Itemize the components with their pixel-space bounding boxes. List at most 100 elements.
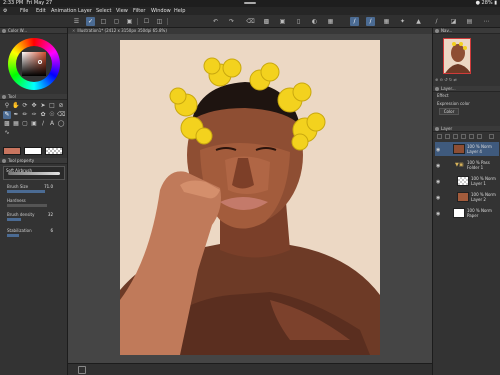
- saturation-value-square[interactable]: [22, 52, 46, 76]
- hamburger-menu-icon[interactable]: ☰: [72, 17, 81, 26]
- canvas-area: ✕ Illustration1* (2412 x 3150px 350dpi 65…: [68, 28, 432, 363]
- brush-size-row[interactable]: Brush Size 71.0: [3, 184, 65, 196]
- new-folder-icon[interactable]: [445, 134, 450, 139]
- main-color-swatch[interactable]: [3, 147, 21, 155]
- pencil-icon[interactable]: ✏: [21, 111, 29, 119]
- layer-row[interactable]: ◉ 100 % Norm Layer 4: [435, 142, 499, 156]
- multitask-handle[interactable]: [244, 2, 256, 4]
- selection-icon[interactable]: ▦: [326, 17, 335, 26]
- perspective-icon[interactable]: ▲: [414, 17, 423, 26]
- eyedropper-icon[interactable]: ⊘: [57, 102, 65, 110]
- pen-icon[interactable]: ✒: [12, 111, 20, 119]
- color-picker-marker[interactable]: [38, 60, 42, 64]
- navigator-controls[interactable]: ⊕ ⊖ ↺ ↻ ⇄: [435, 77, 499, 83]
- layer-property-panel: Effect Expression color Color: [433, 92, 500, 126]
- expression-color-select[interactable]: Color: [439, 108, 459, 115]
- redo-icon[interactable]: ↷: [227, 17, 236, 26]
- eye-icon[interactable]: ◉: [436, 195, 440, 201]
- menu-help[interactable]: Help: [174, 7, 185, 15]
- eye-icon[interactable]: ◉: [436, 179, 440, 185]
- delete-layer-icon[interactable]: [489, 134, 494, 139]
- page-icon[interactable]: [78, 366, 86, 374]
- menu-bar: ⚙ File Edit Animation Layer Select View …: [0, 7, 500, 15]
- hardness-slider[interactable]: [7, 204, 47, 207]
- menu-gear-icon[interactable]: ⚙: [3, 7, 7, 15]
- eraser-icon[interactable]: ⌫: [246, 17, 255, 26]
- fill-tool-icon[interactable]: ▩: [3, 120, 11, 128]
- menu-window[interactable]: Window: [151, 7, 171, 15]
- deselect-icon[interactable]: ▣: [278, 17, 287, 26]
- decoration-icon[interactable]: ✿: [39, 111, 47, 119]
- zoom-icon[interactable]: ⚲: [3, 102, 11, 110]
- symmetry-icon[interactable]: ✦: [398, 17, 407, 26]
- more-icon[interactable]: ⋯: [482, 17, 491, 26]
- fill-icon[interactable]: ▩: [262, 17, 271, 26]
- airbrush-icon[interactable]: ✎: [3, 111, 11, 119]
- transparent-swatch[interactable]: [45, 147, 63, 155]
- menu-edit[interactable]: Edit: [36, 7, 46, 15]
- menu-view[interactable]: View: [116, 7, 128, 15]
- open-icon[interactable]: ▢: [112, 17, 121, 26]
- slash-icon[interactable]: ∕: [432, 17, 441, 26]
- ruler-icon[interactable]: ∕: [39, 120, 47, 128]
- eye-icon[interactable]: ◉: [436, 147, 440, 153]
- clip-icon[interactable]: [469, 134, 474, 139]
- menu-animation[interactable]: Animation: [51, 7, 77, 15]
- eye-icon[interactable]: ◉: [436, 211, 440, 217]
- select-icon[interactable]: □: [48, 102, 56, 110]
- quick-access-icon[interactable]: ✓: [86, 17, 95, 26]
- rotate-icon[interactable]: ⟳: [21, 102, 29, 110]
- save-icon[interactable]: ▣: [125, 17, 134, 26]
- status-battery: ● 28% ▮: [475, 0, 497, 6]
- clear-icon[interactable]: ☐: [142, 17, 151, 26]
- frame-icon[interactable]: ▣: [30, 120, 38, 128]
- balloon-icon[interactable]: ◯: [57, 120, 65, 128]
- panel-icon[interactable]: ▤: [465, 17, 474, 26]
- gradient-icon[interactable]: ▦: [12, 120, 20, 128]
- snap-grid-icon[interactable]: ▦: [382, 17, 391, 26]
- layer-row[interactable]: ◉ 100 % Norm Paper: [435, 206, 499, 220]
- move-icon[interactable]: ✥: [30, 102, 38, 110]
- lock-icon[interactable]: [453, 134, 458, 139]
- layer-row[interactable]: ◉ ▼▣ 100 % Pass Folder 1: [435, 158, 499, 172]
- brush-density-slider[interactable]: [7, 218, 21, 221]
- brush-icon[interactable]: ✑: [30, 111, 38, 119]
- eraser-tool-icon[interactable]: ⌫: [57, 111, 65, 119]
- crop-icon[interactable]: ▯: [294, 17, 303, 26]
- sub-color-swatch[interactable]: [24, 147, 42, 155]
- undo-icon[interactable]: ↶: [211, 17, 220, 26]
- folder-icon: ▼▣: [455, 162, 464, 168]
- reference-icon[interactable]: [477, 134, 482, 139]
- layer-row[interactable]: ◉ 100 % Norm Layer 1: [435, 174, 499, 188]
- canvas-tab[interactable]: ✕ Illustration1* (2412 x 3150px 350dpi 65…: [68, 28, 432, 34]
- hardness-row[interactable]: Hardness: [3, 198, 65, 210]
- stabilization-row[interactable]: Stabilization 6: [3, 228, 65, 240]
- command-bar: ☰ ✓ □ ▢ ▣ ☐ ◫ ↶ ↷ ⌫ ▩ ▣ ▯ ◐ ▦ ∕ ∕ ▦ ✦ ▲ …: [0, 15, 500, 28]
- brush-size-slider[interactable]: [7, 190, 45, 193]
- figure-icon[interactable]: ▢: [21, 120, 29, 128]
- invert-icon[interactable]: ◐: [310, 17, 319, 26]
- eye-icon[interactable]: ◉: [436, 163, 440, 169]
- blend-icon[interactable]: ☉: [48, 111, 56, 119]
- artwork-canvas[interactable]: [120, 40, 380, 355]
- snap-ruler-icon[interactable]: ∕: [350, 17, 359, 26]
- snap-special-icon[interactable]: ∕: [366, 17, 375, 26]
- menu-select[interactable]: Select: [96, 7, 111, 15]
- operation-icon[interactable]: ➤: [39, 102, 47, 110]
- stabilization-slider[interactable]: [7, 234, 19, 237]
- menu-file[interactable]: File: [20, 7, 28, 15]
- text-icon[interactable]: A: [48, 120, 56, 128]
- menu-layer[interactable]: Layer: [78, 7, 92, 15]
- transform-icon[interactable]: ◫: [155, 17, 164, 26]
- new-layer-icon[interactable]: [437, 134, 442, 139]
- hand-icon[interactable]: ✋: [12, 102, 20, 110]
- new-icon[interactable]: □: [99, 17, 108, 26]
- mask-icon[interactable]: [461, 134, 466, 139]
- layer-row[interactable]: ◉ 100 % Norm Layer 2: [435, 190, 499, 204]
- close-tab-icon[interactable]: ✕: [72, 28, 75, 33]
- navigator-thumbnail[interactable]: [443, 38, 471, 74]
- correct-line-icon[interactable]: ∿: [3, 129, 11, 137]
- menu-filter[interactable]: Filter: [133, 7, 145, 15]
- comic-icon[interactable]: ◪: [449, 17, 458, 26]
- brush-density-row[interactable]: Brush density 32: [3, 212, 65, 224]
